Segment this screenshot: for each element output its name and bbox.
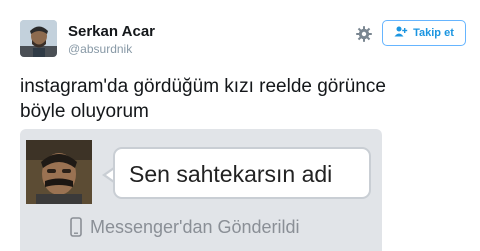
- phone-icon: [70, 217, 82, 237]
- tweet-text-line: instagram'da gördüğüm kızı reelde görünc…: [20, 76, 386, 97]
- follow-label: Takip et: [413, 27, 454, 39]
- gear-icon[interactable]: [355, 25, 373, 43]
- tweet-media[interactable]: Sen sahtekarsın adi Messenger'dan Gönder…: [20, 129, 382, 251]
- avatar[interactable]: [20, 20, 57, 57]
- sent-via-label: Messenger'dan Gönderildi: [90, 217, 300, 237]
- user-name[interactable]: Serkan Acar: [68, 23, 155, 40]
- message-text: Sen sahtekarsın adi: [129, 161, 333, 187]
- tweet-text-line: böyle oluyorum: [20, 101, 149, 122]
- message-bubble: Sen sahtekarsın adi: [113, 147, 371, 199]
- user-handle[interactable]: @absurdnik: [68, 42, 132, 56]
- tweet-text: instagram'da gördüğüm kızı reelde görünc…: [20, 74, 460, 124]
- messenger-profile-photo: [26, 140, 92, 204]
- follow-button[interactable]: Takip et: [382, 20, 466, 46]
- add-user-icon: [394, 26, 408, 40]
- avatar-image: [20, 20, 57, 57]
